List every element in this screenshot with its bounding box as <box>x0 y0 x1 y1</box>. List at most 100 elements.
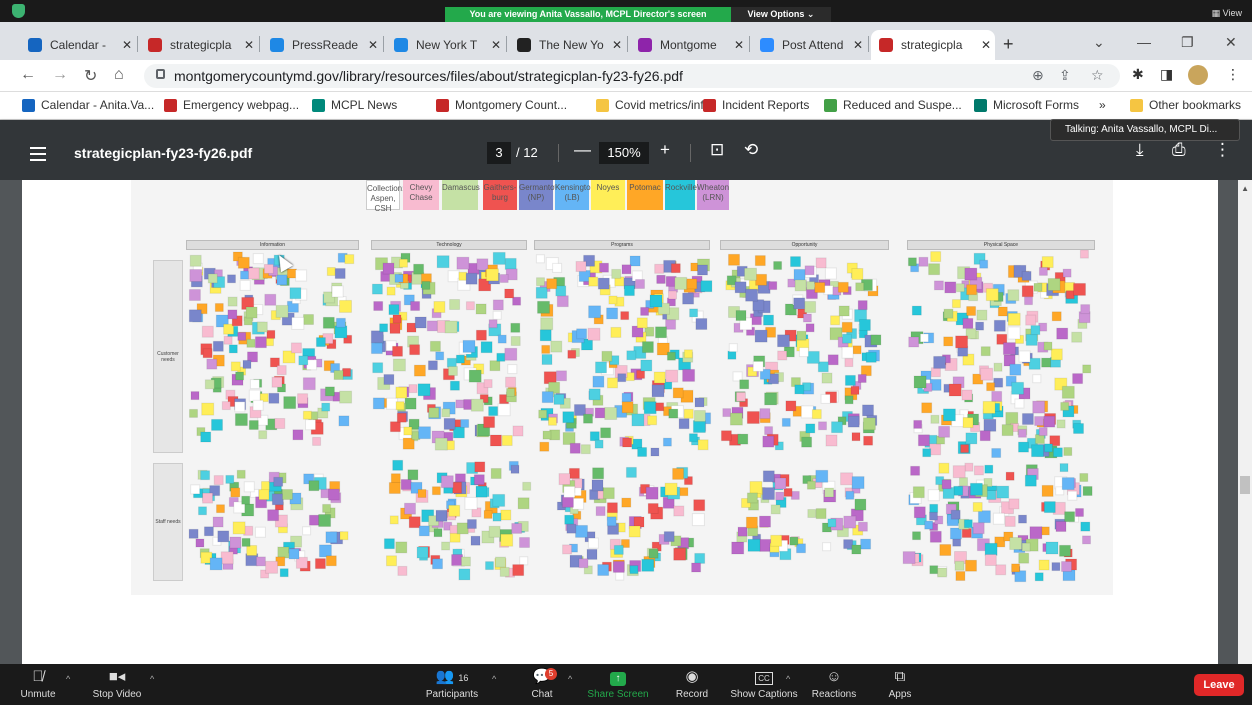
bookmark-item[interactable]: Calendar - Anita.Va... <box>22 98 154 112</box>
video-options-caret-icon[interactable]: ^ <box>150 674 154 684</box>
lock-icon[interactable] <box>156 69 165 79</box>
bookmark-item[interactable]: » <box>1099 98 1106 112</box>
browser-tab-8[interactable]: strategicpla ✕ <box>871 30 995 60</box>
tab-close-icon[interactable]: ✕ <box>364 38 382 52</box>
browser-tab-5[interactable]: The New Yo ✕ <box>509 30 626 60</box>
back-icon[interactable]: ← <box>20 66 36 84</box>
side-panel-icon[interactable]: ◨ <box>1160 66 1173 83</box>
browser-tab-7[interactable]: Post Attend ✕ <box>752 30 867 60</box>
scrollbar-thumb[interactable] <box>1240 476 1250 494</box>
bookmark-item[interactable]: Incident Reports <box>703 98 809 112</box>
bookmark-item[interactable]: MCPL News <box>312 98 397 112</box>
reactions-label: Reactions <box>811 689 857 700</box>
sticky-note <box>428 407 440 419</box>
sticky-note <box>647 503 659 514</box>
browser-tab-4[interactable]: New York T ✕ <box>386 30 505 60</box>
unmute-button[interactable]: 🎙̸ Unmute <box>20 668 56 700</box>
home-icon[interactable]: ⌂ <box>114 66 124 84</box>
rotate-icon[interactable]: ⟲ <box>744 140 758 160</box>
sticky-note <box>212 516 224 528</box>
sticky-note <box>928 263 941 276</box>
bookmark-item[interactable]: Other bookmarks <box>1130 98 1241 112</box>
sticky-note <box>953 485 964 496</box>
new-tab-icon[interactable]: + <box>1003 34 1014 55</box>
print-icon[interactable]: ⎙ <box>1172 140 1186 160</box>
stop-video-button[interactable]: ■◂ Stop Video <box>90 668 144 700</box>
sticky-note <box>727 350 737 360</box>
security-shield-icon[interactable] <box>12 4 25 18</box>
share-icon[interactable]: ⇪ <box>1059 67 1071 84</box>
bookmark-item[interactable]: Covid metrics/info <box>596 98 710 112</box>
menu-kebab-icon[interactable]: ⋮ <box>1226 66 1240 83</box>
url-text[interactable]: montgomerycountymd.gov/library/resources… <box>174 68 683 84</box>
chat-caret-icon[interactable]: ^ <box>568 674 572 684</box>
browser-tab-6[interactable]: Montgome ✕ <box>630 30 748 60</box>
leave-meeting-button[interactable]: Leave <box>1194 674 1244 696</box>
audio-options-caret-icon[interactable]: ^ <box>66 674 70 684</box>
sticky-note <box>735 391 746 402</box>
captions-caret-icon[interactable]: ^ <box>786 674 790 684</box>
bookmark-item[interactable]: Montgomery Count... <box>436 98 567 112</box>
tab-close-icon[interactable]: ✕ <box>487 38 505 52</box>
page-number-input[interactable]: 3 <box>487 142 511 164</box>
sticky-note <box>754 329 768 343</box>
bookmark-item[interactable]: Reduced and Suspe... <box>824 98 962 112</box>
reload-icon[interactable]: ↻ <box>84 66 97 86</box>
view-button[interactable]: ▦ View <box>1212 8 1242 19</box>
browser-tab-1[interactable]: Calendar - ✕ <box>20 30 136 60</box>
zoom-level-input[interactable]: 150% <box>599 142 649 164</box>
sticky-note <box>749 481 763 494</box>
forward-icon[interactable]: → <box>52 66 68 84</box>
scrollbar[interactable] <box>1238 180 1252 664</box>
participants-caret-icon[interactable]: ^ <box>492 674 496 684</box>
download-icon[interactable]: ⤓ <box>1136 140 1144 160</box>
sticky-note <box>339 299 352 313</box>
omnibox[interactable]: montgomerycountymd.gov/library/resources… <box>144 64 1120 88</box>
tab-label: The New Yo <box>539 38 604 52</box>
browser-tab-2[interactable]: strategicpla ✕ <box>140 30 258 60</box>
sticky-note <box>972 522 985 535</box>
tab-search-icon[interactable]: ⌄ <box>1093 34 1105 51</box>
bookmark-item[interactable]: Emergency webpag... <box>164 98 299 112</box>
participants-button[interactable]: 👥 16 Participants <box>420 668 484 700</box>
more-actions-icon[interactable]: ⋮ <box>1214 140 1231 160</box>
share-screen-button[interactable]: ↑ Share Screen <box>586 668 650 700</box>
sticky-note <box>843 515 857 529</box>
tab-favicon-icon <box>879 38 893 52</box>
profile-avatar[interactable] <box>1188 65 1208 85</box>
apps-button[interactable]: ⧉ Apps <box>880 668 920 700</box>
restore-icon[interactable]: ❐ <box>1181 34 1194 51</box>
record-button[interactable]: ◉ Record <box>672 668 712 700</box>
sticky-note <box>266 329 276 339</box>
minimize-icon[interactable]: — <box>1137 34 1151 50</box>
extensions-icon[interactable]: ✱ <box>1132 66 1144 83</box>
sticky-note <box>798 347 809 358</box>
zoom-icon[interactable]: ⊕ <box>1032 67 1044 84</box>
bookmark-star-icon[interactable]: ☆ <box>1091 67 1104 84</box>
tab-close-icon[interactable]: ✕ <box>977 38 995 52</box>
tab-close-icon[interactable]: ✕ <box>118 38 136 52</box>
bookmark-favicon-icon <box>974 98 987 112</box>
browser-tab-3[interactable]: PressReade ✕ <box>262 30 382 60</box>
tab-close-icon[interactable]: ✕ <box>730 38 748 52</box>
sticky-note <box>303 314 314 325</box>
tab-close-icon[interactable]: ✕ <box>240 38 258 52</box>
scroll-up-icon[interactable]: ▲ <box>1241 184 1249 193</box>
zoom-in-icon[interactable]: + <box>660 140 670 160</box>
reactions-button[interactable]: ☺ Reactions <box>810 668 858 700</box>
sticky-note <box>421 280 431 290</box>
sticky-note <box>962 317 974 329</box>
sticky-note <box>562 411 575 424</box>
bookmark-item[interactable]: Microsoft Forms <box>974 98 1079 112</box>
tab-close-icon[interactable]: ✕ <box>608 38 626 52</box>
sticky-note <box>852 345 862 355</box>
sticky-note <box>1007 326 1021 340</box>
close-window-icon[interactable]: ✕ <box>1225 34 1237 51</box>
zoom-out-icon[interactable]: — <box>574 140 591 160</box>
show-captions-button[interactable]: CC Show Captions <box>728 668 800 700</box>
sticky-note <box>972 502 983 512</box>
fit-to-page-icon[interactable]: ⊡ <box>710 140 724 160</box>
view-options-button[interactable]: View Options ⌄ <box>731 7 831 22</box>
tab-close-icon[interactable]: ✕ <box>849 38 867 52</box>
hamburger-menu-icon[interactable] <box>30 147 46 165</box>
